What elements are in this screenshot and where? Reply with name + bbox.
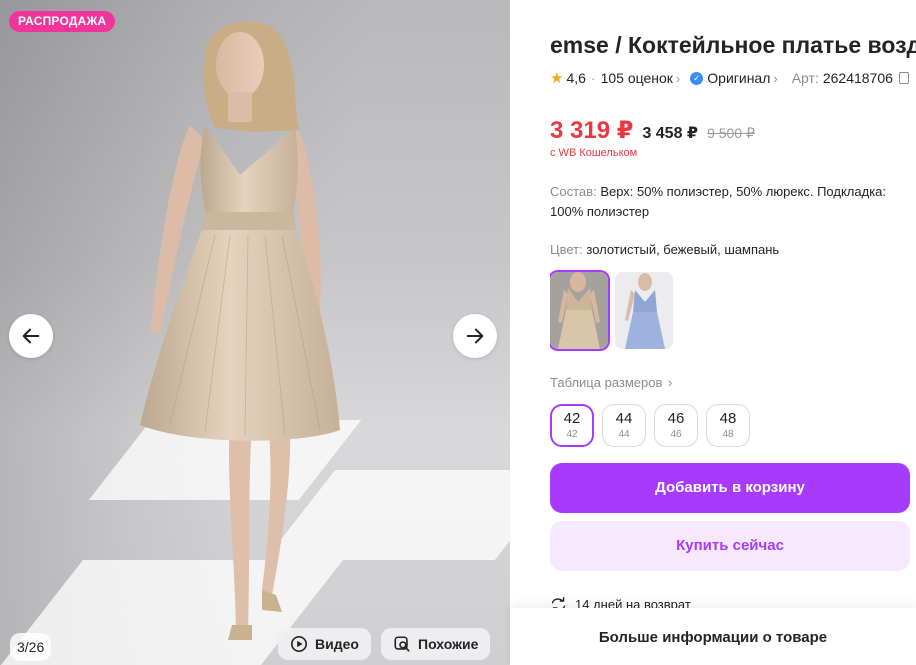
size-sub: 44	[618, 429, 630, 440]
play-icon	[290, 635, 308, 653]
swatch-photo	[550, 272, 608, 349]
article-number: 262418706	[822, 70, 893, 86]
add-to-cart-button[interactable]: Добавить в корзину	[550, 463, 910, 513]
search-similar-icon	[394, 636, 410, 652]
composition-label: Состав:	[550, 184, 597, 199]
regular-price: 3 458 ₽	[642, 125, 699, 142]
chevron-right-icon: ›	[675, 70, 681, 86]
verified-icon: ✓	[690, 71, 704, 85]
reviews-link[interactable]: 105 оценок	[601, 70, 673, 86]
size-main: 44	[615, 410, 633, 427]
size-sub: 46	[670, 429, 682, 440]
gallery-prev-button[interactable]	[9, 314, 53, 358]
copy-icon[interactable]	[898, 72, 909, 84]
size-main: 42	[563, 410, 581, 427]
color-label: Цвет:	[550, 242, 583, 257]
color-swatch-blue[interactable]	[615, 272, 673, 349]
product-photo	[140, 21, 340, 640]
video-button[interactable]: Видео	[278, 628, 371, 660]
wallet-price: 3 319 ₽	[550, 117, 634, 144]
color-value: золотистый, бежевый, шампань	[586, 242, 780, 257]
arrow-right-icon	[466, 328, 484, 344]
size-main: 48	[719, 410, 737, 427]
more-info-button[interactable]: Больше информации о товаре	[510, 608, 916, 665]
old-price: 9 500 ₽	[707, 125, 755, 141]
rating-value: 4,6	[566, 70, 586, 86]
similar-button[interactable]: Похожие	[381, 628, 491, 660]
size-main: 46	[667, 410, 685, 427]
video-label: Видео	[315, 636, 359, 652]
photo-counter: 3/26	[10, 633, 52, 661]
product-page: РАСПРОДАЖА 3/26 Видео Похожие emse / Кок…	[0, 0, 916, 665]
composition: Состав: Верх: 50% полиэстер, 50% люрекс.…	[550, 182, 916, 222]
size-option-44[interactable]: 44 44	[602, 404, 646, 447]
size-option-46[interactable]: 46 46	[654, 404, 698, 447]
product-gallery[interactable]: РАСПРОДАЖА 3/26 Видео Похожие	[0, 0, 510, 665]
color-swatch-gold[interactable]	[550, 272, 608, 349]
product-meta: ★ 4,6 · 105 оценок › ✓ Оригинал › Арт: 2…	[550, 69, 909, 87]
chevron-right-icon: ›	[773, 70, 778, 86]
swatch-photo	[615, 272, 673, 349]
more-info-label: Больше информации о товаре	[598, 629, 828, 646]
wallet-note: с WB Кошельком	[550, 147, 638, 159]
product-title: emse / Коктейльное платье возд	[550, 32, 916, 58]
size-table-label: Таблица размеров	[550, 375, 663, 390]
product-info: emse / Коктейльное платье возд ★ 4,6 · 1…	[550, 0, 916, 665]
size-option-42[interactable]: 42 42	[550, 404, 594, 447]
color-line: Цвет: золотистый, бежевый, шампань	[550, 242, 779, 257]
composition-value: Верх: 50% полиэстер, 50% люрекс. Подклад…	[550, 184, 887, 219]
arrow-left-icon	[22, 328, 40, 344]
size-sub: 48	[722, 429, 734, 440]
article-label: Арт:	[791, 70, 819, 86]
similar-label: Похожие	[418, 636, 479, 652]
size-table-link[interactable]: Таблица размеров ›	[550, 375, 672, 390]
chevron-right-icon: ›	[668, 375, 673, 390]
size-selector: 42 42 44 44 46 46 48 48	[550, 404, 750, 447]
price-row: 3 319 ₽ 3 458 ₽ 9 500 ₽	[550, 116, 755, 145]
gallery-next-button[interactable]	[453, 314, 497, 358]
separator-dot: ·	[590, 70, 596, 86]
size-sub: 42	[566, 429, 578, 440]
star-icon: ★	[550, 70, 564, 87]
sale-badge: РАСПРОДАЖА	[9, 11, 116, 32]
buy-now-button[interactable]: Купить сейчас	[550, 521, 910, 571]
size-option-48[interactable]: 48 48	[706, 404, 750, 447]
original-badge[interactable]: Оригинал	[707, 70, 770, 86]
